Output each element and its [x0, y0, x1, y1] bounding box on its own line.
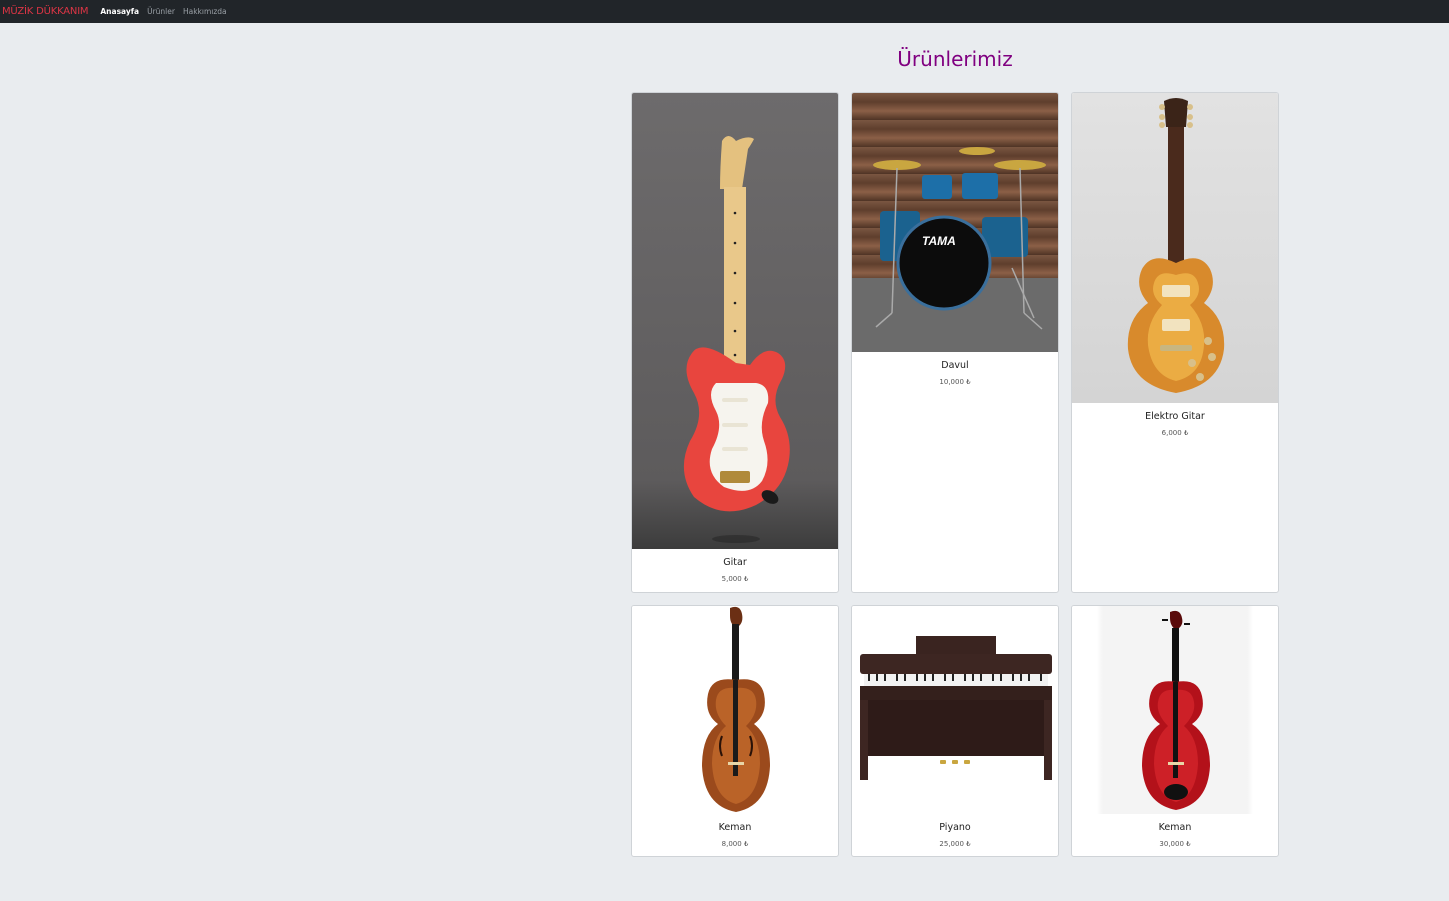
violin-icon — [702, 606, 770, 812]
product-name: Keman — [718, 822, 752, 833]
product-card[interactable]: Keman 8,000 ₺ — [631, 605, 839, 857]
product-price: 10,000 ₺ — [939, 378, 971, 386]
svg-text:TAMA: TAMA — [922, 234, 956, 248]
electric-guitar-icon — [683, 136, 790, 543]
product-name: Keman — [1158, 822, 1192, 833]
product-price: 5,000 ₺ — [721, 575, 749, 583]
violin-icon — [1142, 610, 1210, 810]
product-card[interactable]: Elektro Gitar 6,000 ₺ — [1071, 92, 1279, 593]
product-name: Davul — [941, 360, 969, 371]
product-image[interactable] — [632, 606, 838, 814]
brand-link[interactable]: MÜZİK DÜKKANIM — [2, 6, 89, 17]
product-name: Elektro Gitar — [1145, 411, 1205, 422]
product-price: 30,000 ₺ — [1159, 840, 1191, 848]
product-price: 8,000 ₺ — [721, 840, 749, 848]
product-image[interactable] — [1072, 606, 1278, 814]
product-card[interactable]: Keman 30,000 ₺ — [1071, 605, 1279, 857]
product-image[interactable]: TAMA — [852, 93, 1058, 352]
product-image[interactable] — [632, 93, 838, 549]
product-price: 25,000 ₺ — [939, 840, 971, 848]
nav-link-home[interactable]: Anasayfa — [100, 7, 139, 16]
product-card[interactable]: Piyano 25,000 ₺ — [851, 605, 1059, 857]
product-image[interactable] — [1072, 93, 1278, 403]
product-image[interactable] — [852, 606, 1058, 814]
drum-kit-icon: TAMA — [852, 147, 1058, 352]
product-name: Gitar — [723, 557, 747, 568]
product-card[interactable]: TAMA Davul 10,000 ₺ — [851, 92, 1059, 593]
piano-icon — [860, 636, 1052, 780]
page-title: Ürünlerimiz — [897, 47, 1013, 71]
nav-link-about[interactable]: Hakkımızda — [183, 7, 227, 16]
product-card[interactable]: Gitar 5,000 ₺ — [631, 92, 839, 593]
nav-link-products[interactable]: Ürünler — [147, 7, 175, 16]
navbar: MÜZİK DÜKKANIM Anasayfa Ürünler Hakkımız… — [0, 0, 1449, 23]
electric-guitar-icon — [1127, 98, 1225, 393]
product-price: 6,000 ₺ — [1161, 429, 1189, 437]
product-name: Piyano — [939, 822, 971, 833]
